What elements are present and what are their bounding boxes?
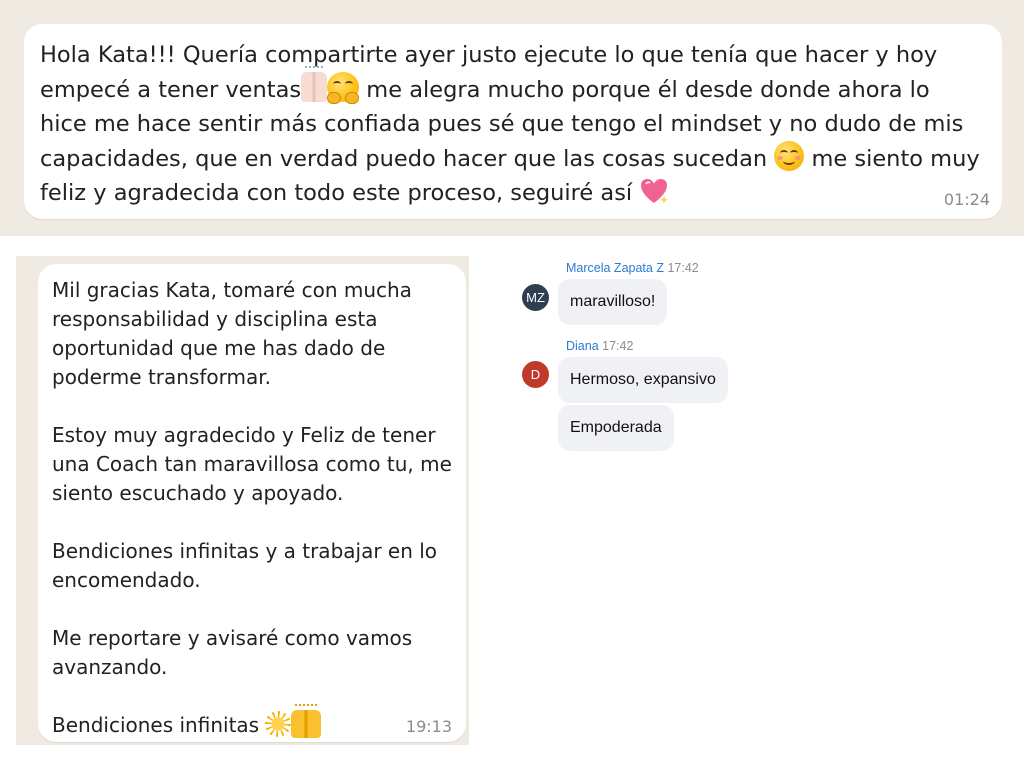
message-timestamp: 01:24 [943, 190, 990, 209]
message-paragraph-last: Bendiciones infinitas [52, 703, 456, 741]
message-meta: Marcela Zapata Z 17:42 [566, 261, 699, 275]
smiling-face-icon [774, 141, 805, 171]
sun-icon [265, 710, 292, 737]
sparkling-heart-icon [639, 176, 669, 206]
chat-bubble[interactable]: maravilloso! [558, 279, 668, 325]
whatsapp-chat-bottom: Mil gracias Kata, tomaré con mucha respo… [16, 256, 469, 745]
message-paragraph: Bendiciones infinitas y a trabajar en lo… [52, 539, 438, 592]
message-paragraph: Mil gracias Kata, tomaré con mucha respo… [52, 278, 412, 389]
chat-bubble[interactable]: Empoderada [558, 405, 674, 451]
message-time: 17:42 [667, 261, 699, 275]
message-time: 17:42 [602, 339, 634, 353]
hugging-face-icon [327, 72, 360, 104]
avatar[interactable]: MZ [522, 284, 549, 311]
message-paragraph: Estoy muy agradecido y Feliz de tener un… [52, 423, 452, 505]
chat-bubble[interactable]: Hermoso, expansivo [558, 357, 728, 403]
message-bubble[interactable]: Mil gracias Kata, tomaré con mucha respo… [38, 264, 466, 742]
message-paragraph: Me reportare y avisaré como vamos avanza… [52, 626, 413, 679]
message-text: Hola Kata!!! Quería compartirte ayer jus… [40, 38, 982, 211]
sender-name[interactable]: Diana [566, 339, 599, 353]
message-bubble[interactable]: Hola Kata!!! Quería compartirte ayer jus… [24, 24, 1002, 219]
sender-name[interactable]: Marcela Zapata Z [566, 261, 664, 275]
message-meta: Diana 17:42 [566, 339, 633, 353]
raising-hands-icon [291, 703, 322, 738]
whatsapp-chat-top: Hola Kata!!! Quería compartirte ayer jus… [0, 0, 1024, 236]
raising-hands-icon [301, 66, 328, 102]
avatar[interactable]: D [522, 361, 549, 388]
group-chat: Marcela Zapata Z 17:42 MZ maravilloso! D… [510, 256, 1010, 476]
message-timestamp: 19:13 [405, 717, 452, 736]
message-text-part: Bendiciones infinitas [52, 713, 266, 737]
